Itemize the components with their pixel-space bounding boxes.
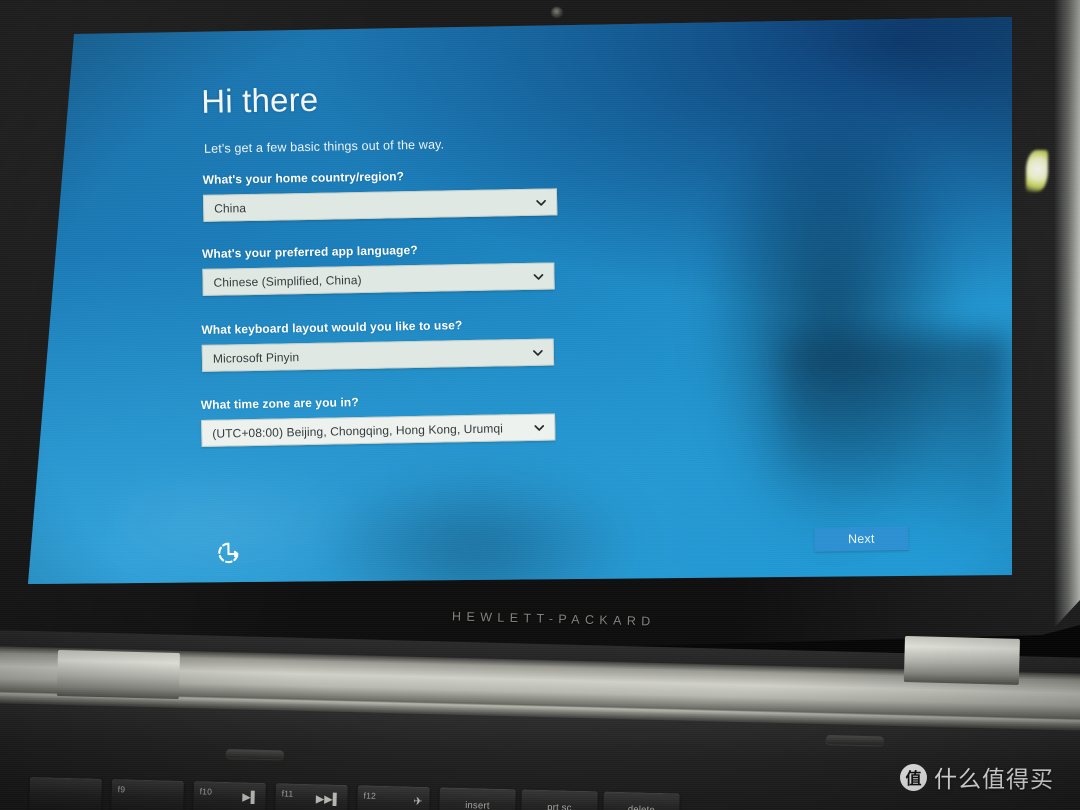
hinge-left: [56, 650, 180, 700]
field-time-zone: What time zone are you in? (UTC+08:00) B…: [200, 391, 556, 447]
deck-detail-left: [225, 749, 284, 760]
key-prt-sc[interactable]: prt sc: [520, 789, 598, 810]
key-f9[interactable]: f9: [111, 779, 184, 810]
webcam-icon: [551, 7, 563, 18]
key-f10-label: f10: [199, 786, 213, 797]
dropdown-app-language-value: Chinese (Simplified, China): [213, 272, 362, 290]
field-country-region: What's your home country/region? China: [202, 166, 558, 222]
dropdown-country-region[interactable]: China: [202, 188, 558, 222]
chevron-down-icon: [532, 346, 544, 358]
key-f11-label: f11: [281, 788, 294, 799]
hinge-right: [903, 636, 1020, 685]
key-f8[interactable]: [29, 777, 102, 810]
next-track-icon: ▶▶▌: [315, 793, 341, 806]
laptop-photo: Hi there Let's get a few basic things ou…: [0, 0, 1080, 810]
dropdown-time-zone-value: (UTC+08:00) Beijing, Chongqing, Hong Kon…: [212, 420, 504, 441]
next-button[interactable]: Next: [814, 526, 909, 552]
key-insert[interactable]: insert: [438, 787, 516, 810]
dropdown-time-zone[interactable]: (UTC+08:00) Beijing, Chongqing, Hong Kon…: [201, 413, 556, 447]
chevron-down-icon: [535, 196, 547, 208]
deck-detail-right: [825, 735, 884, 746]
key-f12[interactable]: f12 ✈: [356, 785, 430, 810]
chevron-down-icon: [532, 270, 544, 282]
key-f11[interactable]: f11 ▶▶▌: [275, 783, 348, 810]
key-delete[interactable]: delete: [602, 791, 680, 810]
screen-surface: Hi there Let's get a few basic things ou…: [28, 17, 1012, 584]
key-delete-label: delete: [627, 804, 656, 810]
watermark: 值 什么值得买: [900, 760, 1054, 794]
label-keyboard-layout: What keyboard layout would you like to u…: [201, 318, 463, 337]
lid-right-edge: [1054, 0, 1080, 628]
dropdown-keyboard-layout-value: Microsoft Pinyin: [212, 349, 300, 366]
label-time-zone: What time zone are you in?: [200, 395, 359, 412]
dropdown-keyboard-layout[interactable]: Microsoft Pinyin: [201, 338, 555, 372]
label-country-region: What's your home country/region?: [202, 169, 405, 187]
field-keyboard-layout: What keyboard layout would you like to u…: [201, 316, 555, 372]
airplane-mode-icon: ✈: [413, 795, 423, 808]
watermark-badge-icon: 值: [900, 763, 927, 791]
key-f12-label: f12: [363, 790, 377, 801]
page-subtitle: Let's get a few basic things out of the …: [203, 137, 445, 156]
watermark-text: 什么值得买: [934, 767, 1054, 793]
ease-of-access-icon[interactable]: [214, 539, 243, 568]
play-pause-icon: ▶▌: [242, 791, 259, 804]
field-app-language: What's your preferred app language? Chin…: [201, 240, 555, 296]
bezel-specular-highlight: [1026, 150, 1048, 192]
windows-oobe-screen: Hi there Let's get a few basic things ou…: [28, 17, 1012, 584]
chevron-down-icon: [533, 421, 545, 433]
label-app-language: What's your preferred app language?: [201, 242, 418, 261]
dropdown-country-region-value: China: [214, 200, 247, 216]
key-f9-label: f9: [117, 784, 126, 795]
key-prt-sc-label: prt sc: [547, 802, 572, 810]
dropdown-app-language[interactable]: Chinese (Simplified, China): [202, 262, 555, 296]
page-title: Hi there: [200, 80, 319, 120]
key-f10[interactable]: f10 ▶▌: [193, 781, 266, 810]
key-insert-label: insert: [465, 800, 490, 810]
